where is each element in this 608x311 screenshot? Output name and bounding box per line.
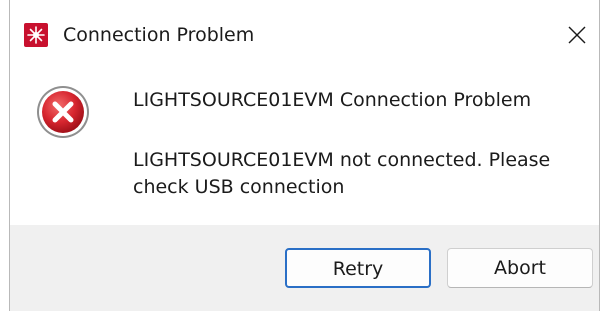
dialog-window: Connection Problem LIGHTSOURCE01EVM Conn… [9, 0, 600, 311]
retry-button[interactable]: Retry [285, 248, 431, 288]
window-title: Connection Problem [63, 24, 255, 46]
app-logo-icon [24, 23, 48, 47]
title-bar: Connection Problem [10, 0, 599, 73]
close-button[interactable] [553, 14, 599, 56]
button-bar: Retry Abort [10, 225, 599, 311]
close-icon [568, 26, 586, 44]
abort-button[interactable]: Abort [447, 248, 593, 288]
dialog-content: LIGHTSOURCE01EVM Connection Problem LIGH… [10, 73, 599, 225]
message-body: LIGHTSOURCE01EVM not connected. Please c… [133, 149, 551, 198]
error-icon [36, 85, 90, 139]
message-heading: LIGHTSOURCE01EVM Connection Problem [133, 89, 532, 111]
